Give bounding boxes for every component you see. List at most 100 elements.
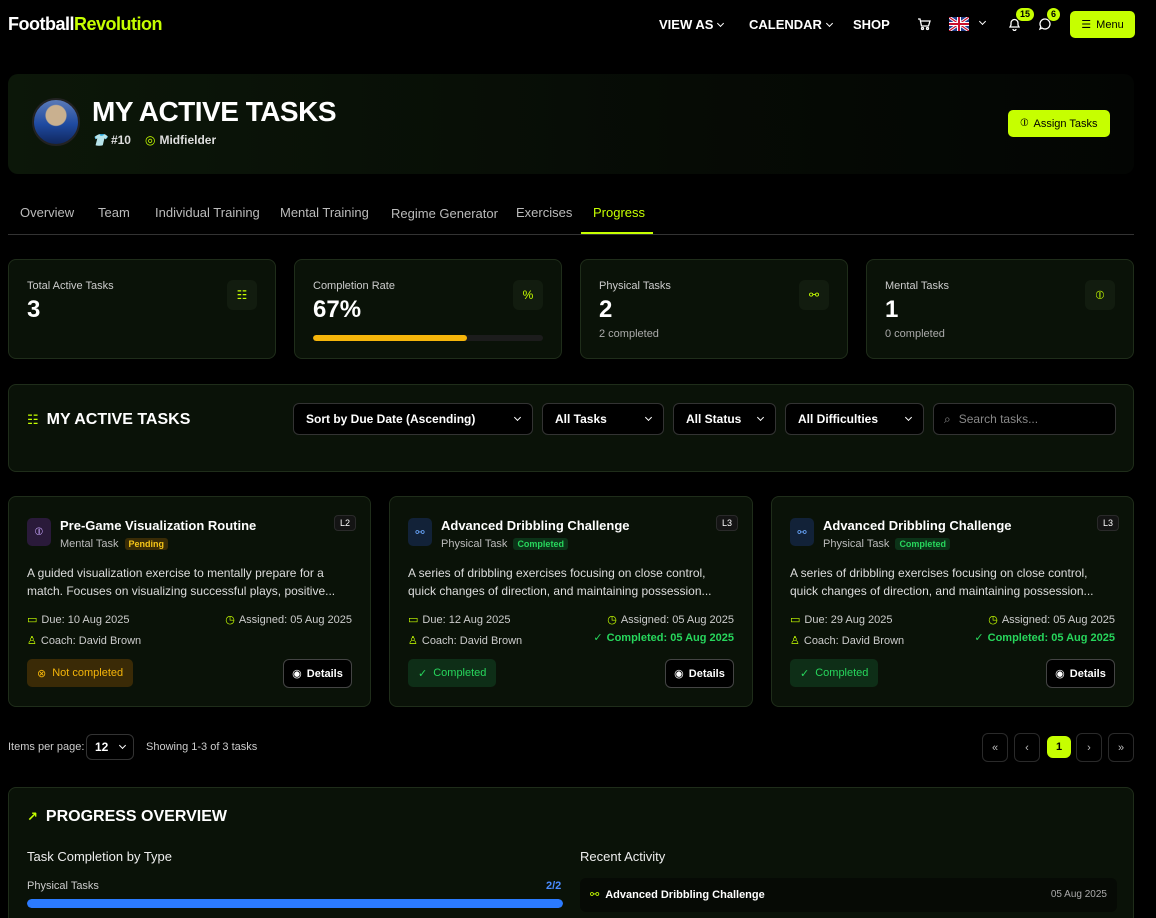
user-icon: ♙ <box>790 635 800 647</box>
status-badge: Completed <box>513 538 568 550</box>
clock-icon: ◷ <box>988 614 998 626</box>
clock-icon: ◷ <box>225 614 235 626</box>
stat-card-physical: Physical Tasks 2 2 completed ⚯ <box>580 259 848 359</box>
check-circle-icon: ✓ <box>593 632 603 644</box>
physical-tasks-progress-bar <box>27 899 563 908</box>
dumbbell-icon: ⚯ <box>799 280 829 310</box>
eye-icon: ◉ <box>674 668 684 680</box>
assign-tasks-button[interactable]: ⦶ Assign Tasks <box>1008 110 1110 137</box>
prev-page-button[interactable]: ‹ <box>1014 733 1040 762</box>
results-summary: Showing 1-3 of 3 tasks <box>146 741 258 753</box>
status-badge: Pending <box>124 538 168 550</box>
completed-button[interactable]: ✓ Completed <box>408 659 497 687</box>
checklist-icon: ☷ <box>27 412 39 427</box>
uk-flag-icon <box>948 15 970 33</box>
calendar-icon: ▭ <box>790 614 801 626</box>
details-button[interactable]: ◉ Details <box>283 659 352 688</box>
language-selector[interactable] <box>948 15 970 34</box>
items-per-page-select[interactable]: 12 <box>86 734 134 760</box>
chevron-down-icon[interactable] <box>978 17 987 26</box>
due-date: ▭ Due: 12 Aug 2025 <box>408 613 511 627</box>
status-filter-select[interactable]: All Status <box>673 403 776 435</box>
chevron-down-icon <box>756 413 765 422</box>
tab-mental-training[interactable]: Mental Training <box>280 205 369 220</box>
shirt-icon: 👕 <box>92 133 107 147</box>
details-button[interactable]: ◉ Details <box>1046 659 1115 688</box>
completion-progress-fill <box>313 335 468 341</box>
assigned-date: ◷ Assigned: 05 Aug 2025 <box>607 613 734 627</box>
nav-view-as[interactable]: VIEW AS <box>659 17 725 32</box>
not-completed-button[interactable]: ⊗ Not completed <box>27 659 134 687</box>
chevron-down-icon <box>513 413 522 422</box>
checklist-icon: ☷ <box>227 280 257 310</box>
tab-regime-generator[interactable]: Regime Generator <box>391 206 498 221</box>
brand-logo[interactable]: FootballRevolution <box>8 14 163 35</box>
tab-overview[interactable]: Overview <box>20 205 74 220</box>
filter-section-title: ☷ MY ACTIVE TASKS <box>27 411 191 428</box>
section-tabs: Overview Team Individual Training Mental… <box>8 196 1134 235</box>
cart-icon[interactable] <box>917 17 931 34</box>
first-page-button[interactable]: « <box>982 733 1008 762</box>
progress-overview-title: ↗ PROGRESS OVERVIEW <box>27 808 227 825</box>
difficulty-filter-select[interactable]: All Difficulties <box>785 403 924 435</box>
tab-individual-training[interactable]: Individual Training <box>155 205 260 220</box>
type-filter-select[interactable]: All Tasks <box>542 403 664 435</box>
search-icon: ⌕ <box>944 411 951 426</box>
page-button-current[interactable]: 1 <box>1047 736 1071 758</box>
message-count-badge: 6 <box>1047 8 1061 21</box>
details-button[interactable]: ◉ Details <box>665 659 734 688</box>
dumbbell-icon: ⚯ <box>408 518 432 546</box>
chevron-down-icon <box>904 413 913 422</box>
search-input[interactable]: ⌕ Search tasks... <box>933 403 1116 435</box>
task-card: ⚯ Advanced Dribbling Challenge Physical … <box>389 496 753 707</box>
task-description: A series of dribbling exercises focusing… <box>408 566 712 598</box>
tab-exercises[interactable]: Exercises <box>516 205 572 220</box>
profile-hero: MY ACTIVE TASKS 👕 #10 ◎ Midfielder ⦶ Assign… <box>8 74 1134 174</box>
tab-team[interactable]: Team <box>98 205 130 220</box>
trending-up-icon: ↗ <box>27 809 38 824</box>
coach-name: ♙ Coach: David Brown <box>27 634 142 648</box>
next-page-button[interactable]: › <box>1076 733 1102 762</box>
completed-date: ✓ Completed: 05 Aug 2025 <box>974 631 1115 645</box>
dumbbell-icon: ⚯ <box>590 889 600 901</box>
page-title: MY ACTIVE TASKS <box>92 96 337 127</box>
player-meta: 👕 #10 ◎ Midfielder <box>92 133 216 147</box>
menu-button[interactable]: ☰ Menu <box>1070 11 1135 38</box>
task-card: ⦶ Pre-Game Visualization Routine Mental … <box>8 496 371 707</box>
recent-activity-heading: Recent Activity <box>580 849 666 864</box>
check-circle-icon: ✓ <box>800 667 810 680</box>
avatar <box>32 98 80 146</box>
completed-button[interactable]: ✓ Completed <box>790 659 879 687</box>
physical-tasks-count: 2/2 <box>546 880 562 892</box>
calendar-icon: ▭ <box>408 614 419 626</box>
nav-calendar[interactable]: CALENDAR <box>749 17 833 32</box>
stat-card-total: Total Active Tasks 3 ☷ <box>8 259 276 359</box>
status-badge: Completed <box>895 538 950 550</box>
active-tab-indicator <box>581 232 653 234</box>
close-circle-icon: ⊗ <box>37 667 47 680</box>
sort-select[interactable]: Sort by Due Date (Ascending) <box>293 403 533 435</box>
assigned-date: ◷ Assigned: 05 Aug 2025 <box>225 613 352 627</box>
assigned-date: ◷ Assigned: 05 Aug 2025 <box>988 613 1115 627</box>
physical-tasks-progress-fill <box>27 899 563 908</box>
notification-count-badge: 15 <box>1016 8 1035 21</box>
eye-icon: ◉ <box>1055 668 1065 680</box>
last-page-button[interactable]: » <box>1108 733 1134 762</box>
completion-by-type-heading: Task Completion by Type <box>27 849 172 864</box>
progress-overview-panel: ↗ PROGRESS OVERVIEW Task Completion by Ty… <box>8 787 1134 918</box>
clock-icon: ◷ <box>607 614 617 626</box>
items-per-page-label: Items per page: <box>8 741 85 753</box>
task-filter-panel: ☷ MY ACTIVE TASKS Sort by Due Date (Ascen… <box>8 384 1134 472</box>
top-navigation-bar: FootballRevolution VIEW AS CALENDAR SHOP… <box>0 0 1156 50</box>
physical-tasks-label: Physical Tasks <box>27 880 99 892</box>
chevron-down-icon <box>717 19 725 27</box>
tab-progress[interactable]: Progress <box>593 205 645 220</box>
stat-card-completion: Completion Rate 67% % <box>294 259 562 359</box>
dumbbell-icon: ⚯ <box>790 518 814 546</box>
nav-shop[interactable]: SHOP <box>853 17 890 32</box>
chevron-down-icon <box>118 741 127 750</box>
level-badge: L3 <box>1096 515 1119 531</box>
double-chevron-right-icon: » <box>1117 741 1125 754</box>
chevron-down-icon <box>825 19 833 27</box>
activity-item[interactable]: ⚯ Advanced Dribbling Challenge 05 Aug 202… <box>580 878 1117 912</box>
